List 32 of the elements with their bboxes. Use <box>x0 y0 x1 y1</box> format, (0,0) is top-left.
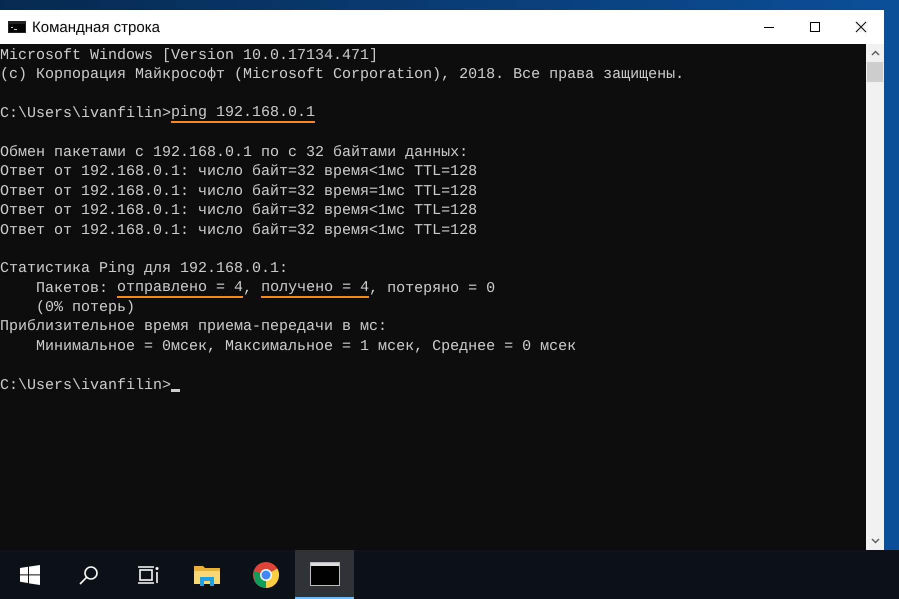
console-text: Пакетов: <box>35 278 110 298</box>
window-title: Командная строка <box>32 18 161 36</box>
close-icon <box>855 21 867 33</box>
console-text: Статистика Ping для 192.168.0.1: <box>0 259 288 279</box>
console-text: Microsoft Windows [Version 10.0.17134.471] <box>0 46 378 66</box>
console-text: Ответ от 192.168.0.1: число байт=32 время<1мс TTL=128 <box>0 162 478 182</box>
folder-icon <box>194 564 220 586</box>
console-app-icon <box>8 21 26 33</box>
console-text: Ответ от 192.168.0.1: число байт=32 время<1мс TTL=128 <box>0 201 478 221</box>
console-text: Минимальное = 0мсек, Максимальное = 1 мсек, Среднее = 0 мсек <box>35 336 576 356</box>
console-text: (0% потерь) <box>35 298 136 318</box>
browser-icon <box>252 562 278 588</box>
console-text: (c) Корпорация Майкрософт (Microsoft Corporation), 2018. Все права защищены. <box>0 65 684 85</box>
underlined-console-text: ping 192.168.0.1 <box>171 104 316 124</box>
underlined-console-text: получено = 4 <box>261 278 370 298</box>
console-text: Ответ от 192.168.0.1: число байт=32 время<1мс TTL=128 <box>0 220 478 240</box>
text-cursor <box>171 389 180 392</box>
windows-logo-icon <box>20 564 40 584</box>
console-text: C:\Users\ivanfilin> <box>0 376 172 396</box>
console-text: C:\Users\ivanfilin> <box>0 104 172 124</box>
maximize-icon <box>809 21 821 33</box>
console-text: Ответ от 192.168.0.1: число байт=32 время=1мс TTL=128 <box>0 182 478 202</box>
console-window-icon <box>310 562 340 586</box>
task-view-icon <box>136 564 158 584</box>
console-text: , <box>243 278 254 298</box>
search-icon <box>78 564 98 584</box>
console-text: , потеряно = 0 <box>369 278 496 298</box>
underlined-console-text: отправлено = 4 <box>117 278 244 298</box>
console-text: Приблизительное время приема-передачи в мс: <box>0 317 388 337</box>
scrollbar-thumb[interactable] <box>867 62 883 82</box>
console-text: Обмен пакетами с 192.168.0.1 по с 32 байтами данных: <box>0 142 468 162</box>
taskbar-button[interactable] <box>295 550 354 599</box>
